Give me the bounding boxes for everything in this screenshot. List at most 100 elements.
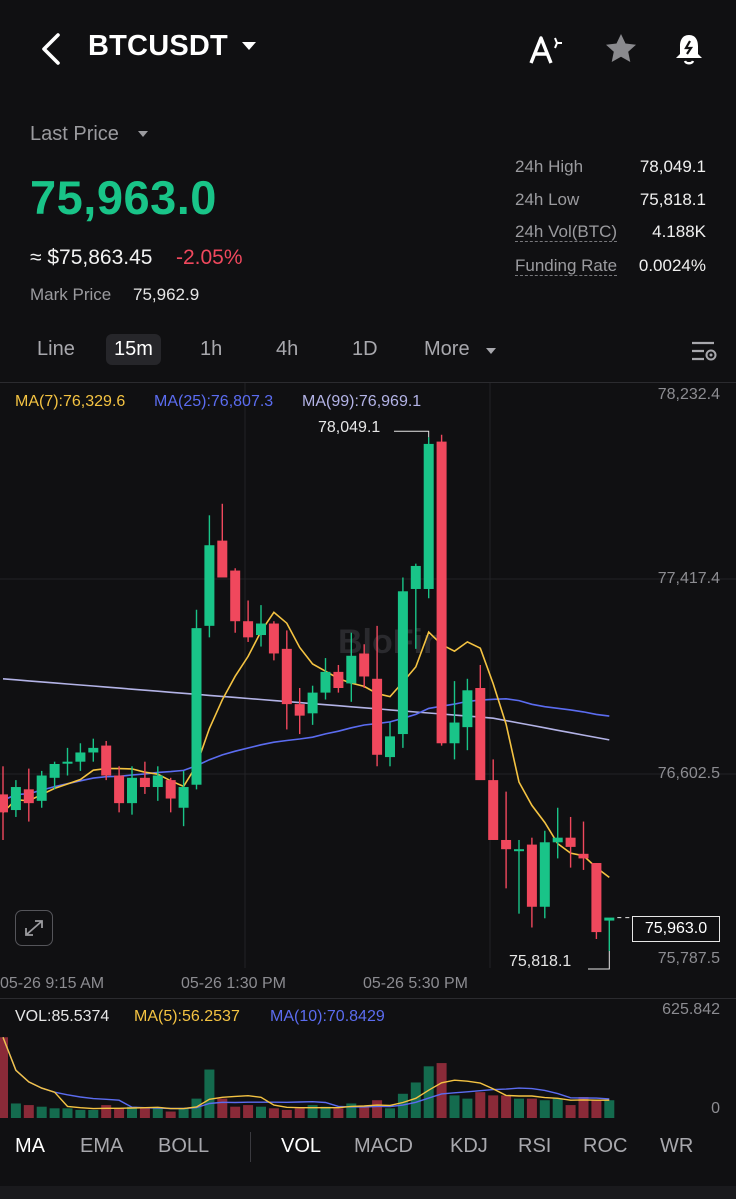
volume-bar bbox=[385, 1108, 395, 1118]
tab-wr[interactable]: WR bbox=[660, 1135, 693, 1158]
volume-bar bbox=[462, 1098, 473, 1118]
candlestick-chart[interactable]: BloFin bbox=[0, 383, 736, 998]
volume-bar bbox=[410, 1082, 421, 1118]
candle-body bbox=[307, 692, 318, 714]
candle-body bbox=[539, 842, 550, 907]
fullscreen-button[interactable] bbox=[15, 910, 53, 946]
volume-bar bbox=[243, 1105, 254, 1118]
stat-funding-rate-label[interactable]: Funding Rate bbox=[515, 256, 618, 276]
volume-bar bbox=[256, 1106, 266, 1118]
candle-body bbox=[385, 736, 395, 758]
tab-1d[interactable]: 1D bbox=[352, 338, 378, 361]
tab-line[interactable]: Line bbox=[37, 338, 75, 361]
favorite-star-icon[interactable] bbox=[604, 32, 638, 64]
ma99-value: MA(99):76,969.1 bbox=[302, 393, 422, 410]
candle-body bbox=[359, 653, 370, 677]
volume-bar bbox=[230, 1106, 241, 1118]
volume-chart bbox=[0, 1036, 615, 1118]
price-axis-tick: 75,787.5 bbox=[657, 950, 720, 967]
tab-4h[interactable]: 4h bbox=[276, 338, 298, 361]
last-price-dropdown-icon[interactable] bbox=[138, 131, 148, 137]
volume-ma5-line bbox=[2, 1036, 610, 1110]
ma7-value: MA(7):76,329.6 bbox=[15, 393, 126, 410]
candle-body bbox=[10, 787, 21, 811]
price-change-pct: -2.05% bbox=[176, 246, 243, 269]
volume-bar bbox=[36, 1106, 47, 1118]
candle-body bbox=[191, 628, 202, 785]
candle-body bbox=[49, 763, 60, 778]
volume-bar bbox=[526, 1098, 537, 1118]
more-dropdown-icon[interactable] bbox=[486, 348, 496, 354]
last-price-label[interactable]: Last Price bbox=[30, 123, 119, 146]
symbol-dropdown-caret-icon[interactable] bbox=[242, 42, 256, 50]
ma99-line bbox=[2, 678, 610, 741]
volume-ma10-line bbox=[2, 1036, 610, 1110]
volume-bar bbox=[10, 1103, 21, 1118]
tab-more[interactable]: More bbox=[424, 338, 470, 361]
volume-divider bbox=[0, 998, 736, 999]
volume-bar bbox=[449, 1095, 460, 1118]
tab-ma[interactable]: MA bbox=[15, 1135, 45, 1158]
candle-body bbox=[333, 671, 344, 689]
tab-15m[interactable]: 15m bbox=[106, 334, 161, 365]
tab-boll[interactable]: BOLL bbox=[158, 1135, 209, 1158]
volume-bar bbox=[0, 1037, 8, 1118]
font-size-icon[interactable] bbox=[528, 34, 564, 66]
tab-vol[interactable]: VOL bbox=[281, 1135, 321, 1158]
volume-bar bbox=[217, 1098, 228, 1118]
candle-body bbox=[372, 678, 383, 755]
candle-body bbox=[436, 441, 447, 744]
tab-kdj[interactable]: KDJ bbox=[450, 1135, 488, 1158]
candle-body bbox=[165, 780, 176, 799]
tab-macd[interactable]: MACD bbox=[354, 1135, 413, 1158]
expand-icon bbox=[25, 920, 43, 936]
candle-body bbox=[565, 837, 576, 847]
candle-body bbox=[294, 704, 305, 716]
bottom-bar bbox=[0, 1186, 736, 1199]
volume-bar bbox=[436, 1063, 447, 1118]
vol-ma10-value: MA(10):70.8429 bbox=[270, 1008, 385, 1025]
volume-bar bbox=[539, 1100, 550, 1118]
mark-price-label: Mark Price bbox=[30, 285, 112, 304]
stat-24h-low-value: 75,818.1 bbox=[639, 190, 706, 209]
candle-body bbox=[423, 443, 434, 589]
stat-24h-high-label: 24h High bbox=[515, 157, 584, 176]
volume-bar bbox=[591, 1100, 602, 1118]
volume-bar bbox=[101, 1105, 112, 1118]
back-arrow-icon[interactable] bbox=[38, 32, 64, 66]
tabs-separator bbox=[250, 1132, 251, 1162]
vol-ma5-value: MA(5):56.2537 bbox=[134, 1008, 240, 1025]
candle-body bbox=[578, 853, 589, 859]
candle-body bbox=[0, 794, 8, 813]
candle-body bbox=[488, 780, 499, 840]
volume-bar bbox=[152, 1108, 163, 1118]
candle-body bbox=[243, 621, 254, 638]
stat-24h-vol-label[interactable]: 24h Vol(BTC) bbox=[515, 222, 618, 242]
high-annotation: 78,049.1 bbox=[318, 419, 381, 436]
stat-24h-low-label: 24h Low bbox=[515, 190, 580, 209]
last-price-value: 75,963.0 bbox=[30, 171, 217, 224]
tab-rsi[interactable]: RSI bbox=[518, 1135, 551, 1158]
stat-24h-high-value: 78,049.1 bbox=[639, 157, 706, 176]
low-leader-line bbox=[588, 950, 610, 970]
candle-body bbox=[256, 623, 266, 636]
time-axis-tick: 05-26 1:30 PM bbox=[181, 975, 286, 992]
candle-body bbox=[114, 775, 125, 804]
tab-ema[interactable]: EMA bbox=[80, 1135, 123, 1158]
tab-1h[interactable]: 1h bbox=[200, 338, 222, 361]
candle-body bbox=[604, 917, 615, 921]
candle-body bbox=[230, 570, 241, 622]
price-axis-tick: 77,417.4 bbox=[657, 570, 720, 587]
chart-settings-icon[interactable] bbox=[690, 339, 718, 363]
volume-bar bbox=[268, 1108, 279, 1118]
candle-body bbox=[346, 655, 357, 684]
candle-body bbox=[36, 775, 47, 801]
volume-bar bbox=[514, 1098, 524, 1118]
volume-bar bbox=[139, 1108, 150, 1118]
volume-bar bbox=[604, 1100, 615, 1118]
tab-roc[interactable]: ROC bbox=[583, 1135, 627, 1158]
price-alert-bell-icon[interactable] bbox=[674, 32, 704, 66]
volume-bar bbox=[552, 1098, 563, 1118]
volume-bar bbox=[372, 1100, 383, 1118]
symbol-title[interactable]: BTCUSDT bbox=[88, 30, 228, 63]
